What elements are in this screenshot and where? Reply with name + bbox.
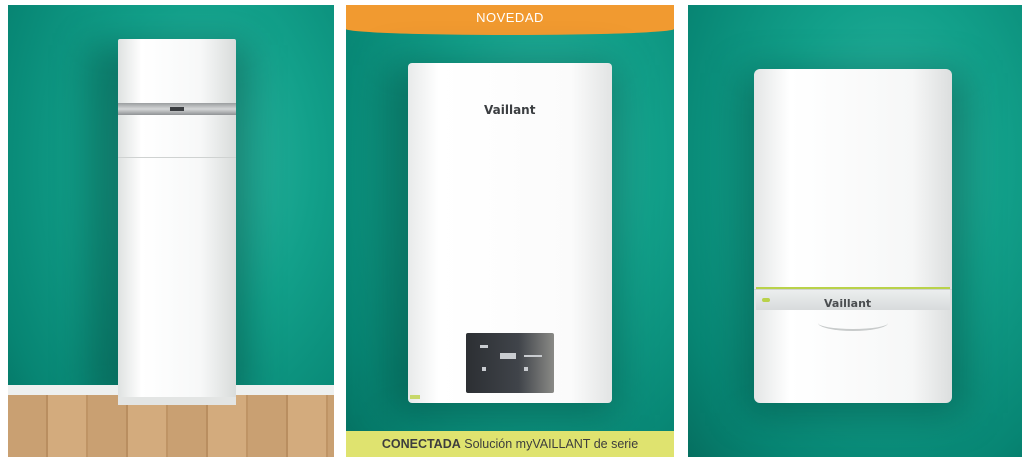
control-display [466,333,554,393]
floor-standing-appliance [118,39,236,405]
status-led-icon [410,395,420,399]
display-glyph [482,367,486,371]
panel-seam [118,157,236,158]
product-panel-wall-boiler: NOVEDAD Vaillant CONECTADA Solución myVA… [346,5,674,457]
display-glyph [480,345,488,348]
footer-highlight: CONECTADA [381,437,461,451]
leaf-icon [762,298,770,302]
brand-logo: Vaillant [484,103,536,117]
boiler-cover [754,69,952,290]
connected-footer: CONECTADA Solución myVAILLANT de serie [346,431,674,457]
wall-boiler-appliance: Vaillant [408,63,612,403]
brand-logo-icon [170,107,184,111]
boiler-handle [818,315,888,331]
appliance-base [118,397,236,405]
display-glyph [524,355,542,357]
green-accent-line [756,287,950,289]
footer-text: Solución myVAILLANT de serie [460,437,639,451]
product-panel-floor-standing [8,5,334,457]
display-glyph [500,353,516,359]
green-boiler-appliance: Vaillant [754,69,952,403]
brand-logo: Vaillant [824,297,872,310]
product-panel-green-boiler: Vaillant [688,5,1022,457]
novedad-badge: NOVEDAD [346,5,674,35]
display-glyph [524,367,528,371]
